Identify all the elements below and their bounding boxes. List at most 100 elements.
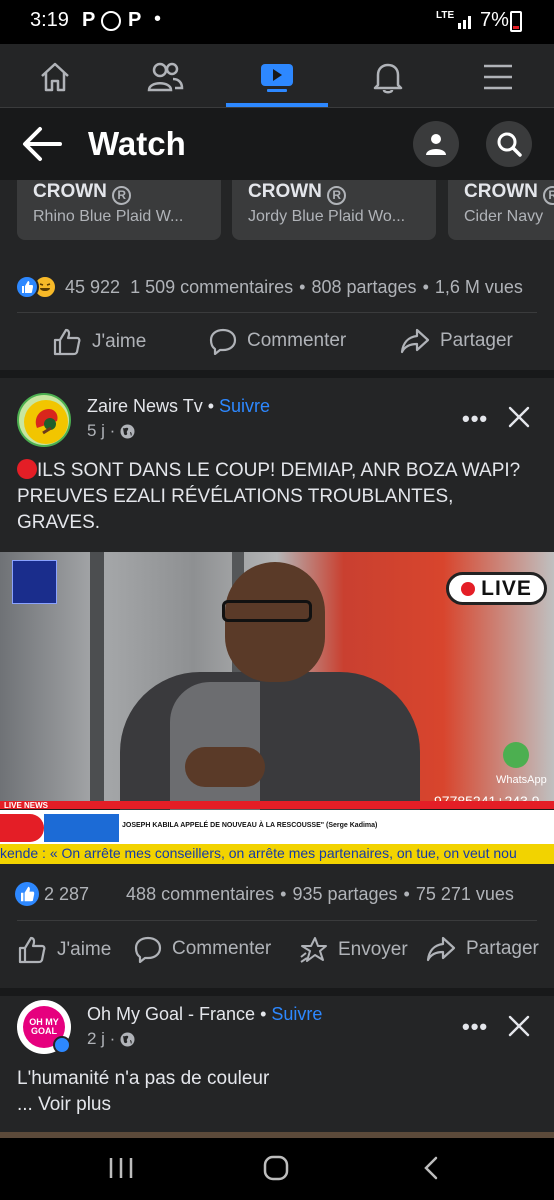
share-icon	[426, 936, 456, 962]
more-options-icon[interactable]: •••	[462, 1014, 488, 1040]
back-icon[interactable]	[422, 1155, 440, 1186]
product-card[interactable]: CROWN R Jordy Blue Plaid Wo...	[232, 180, 436, 240]
see-more-link[interactable]: ... Voir plus	[17, 1094, 111, 1116]
send-icon	[300, 937, 327, 963]
follow-link[interactable]: Suivre	[219, 396, 270, 416]
post-meta: 5 j ·	[87, 421, 136, 441]
product-brand: CROWN	[248, 181, 322, 202]
post-text: ILS SONT DANS LE COUP! DEMIAP, ANR BOZA …	[17, 459, 521, 533]
whatsapp-label: WhatsApp	[496, 774, 547, 786]
video-ticker: kende : « On arrête mes conseillers, on …	[0, 845, 517, 861]
close-icon[interactable]	[508, 1015, 530, 1042]
search-button[interactable]	[486, 121, 532, 167]
comment-icon	[209, 328, 237, 355]
reaction-count: 45 922	[65, 276, 121, 297]
registered-icon: R	[543, 186, 554, 205]
battery-percent: 7%	[480, 9, 509, 31]
share-count: 935 partages	[292, 883, 398, 904]
send-button[interactable]: Envoyer	[298, 935, 408, 965]
person-body	[120, 672, 420, 822]
author-name[interactable]: Zaire News Tv	[87, 396, 203, 416]
product-card[interactable]: CROWN R Rhino Blue Plaid W...	[17, 180, 221, 240]
close-icon[interactable]	[508, 406, 530, 433]
product-brand: CROWN	[464, 181, 538, 202]
product-card[interactable]: CROWN R Cider Navy	[448, 180, 554, 240]
live-dot-icon	[461, 581, 476, 596]
recent-apps-icon[interactable]	[108, 1156, 134, 1185]
view-count: 75 271 vues	[415, 883, 514, 904]
post-time[interactable]: 2 j ·	[87, 1029, 115, 1049]
send-label: Envoyer	[338, 939, 408, 960]
live-badge: LIVE	[446, 572, 547, 605]
home-icon[interactable]	[15, 52, 95, 102]
share-label: Partager	[466, 938, 539, 959]
active-tab-indicator	[226, 103, 328, 107]
whatsapp-icon	[503, 742, 529, 768]
like-button[interactable]: J'aime	[17, 935, 111, 965]
red-circle-icon	[17, 459, 37, 479]
like-reaction-icon	[15, 882, 39, 906]
whatsapp-icon	[101, 11, 121, 31]
watch-header: Watch	[0, 108, 554, 180]
comment-count: 488 commentaires	[126, 883, 275, 904]
status-bar: 3:19 P P • LTE 7%	[0, 0, 554, 44]
avatar[interactable]	[17, 393, 71, 447]
notification-p-icon: P	[82, 9, 96, 31]
system-nav-bar	[0, 1138, 554, 1200]
flag	[44, 814, 119, 842]
battery-icon	[510, 11, 522, 32]
share-icon	[400, 328, 430, 354]
view-count: 1,6 M vues	[434, 276, 523, 297]
like-button[interactable]: J'aime	[52, 327, 146, 357]
signal-icon	[458, 12, 474, 29]
globe-icon	[120, 424, 135, 438]
person-head	[225, 562, 325, 682]
registered-icon: R	[112, 186, 132, 205]
home-button-icon[interactable]	[262, 1154, 290, 1187]
page-title: Watch	[88, 125, 186, 162]
avatar[interactable]: OH MY GOAL	[17, 1000, 71, 1054]
channel-logo	[12, 560, 57, 604]
share-button[interactable]: Partager	[400, 327, 513, 355]
like-icon	[18, 936, 46, 964]
live-news-label: LIVE NEWS	[4, 801, 49, 810]
comment-button[interactable]: Commenter	[134, 935, 271, 963]
product-name: Cider Navy	[464, 208, 544, 225]
more-options-icon[interactable]: •••	[462, 406, 488, 432]
share-count: 808 partages	[311, 276, 417, 297]
notifications-icon[interactable]	[348, 52, 428, 102]
share-button[interactable]: Partager	[426, 935, 539, 963]
post-stats[interactable]: 45 922 1 509 commentaires • 808 partages…	[15, 275, 523, 299]
comment-icon	[134, 936, 162, 963]
comment-count: 1 509 commentaires	[130, 276, 294, 297]
author-name[interactable]: Oh My Goal - France	[87, 1004, 255, 1024]
registered-icon: R	[327, 186, 347, 205]
lte-label: LTE	[436, 10, 455, 21]
divider	[17, 920, 537, 921]
comment-label: Commenter	[247, 330, 347, 351]
post-stats[interactable]: 2 287 488 commentaires • 935 partages • …	[15, 882, 514, 906]
reaction-count: 2 287	[44, 883, 90, 904]
comment-button[interactable]: Commenter	[209, 327, 346, 355]
product-name: Rhino Blue Plaid W...	[33, 208, 184, 225]
like-label: J'aime	[92, 331, 147, 352]
comment-label: Commenter	[172, 938, 272, 959]
post-text: L'humanité n'a pas de couleur	[17, 1068, 270, 1089]
like-icon	[53, 328, 81, 356]
menu-icon[interactable]	[458, 52, 538, 102]
video-headline: JOSEPH KABILA APPELÉ DE NOUVEAU À LA RES…	[122, 822, 378, 829]
friends-icon[interactable]	[125, 52, 205, 102]
back-arrow-icon[interactable]	[20, 124, 62, 169]
post-meta: 2 j ·	[87, 1029, 136, 1049]
video-player[interactable]: LIVE WhatsApp 97785241+243 9 LIVE NEWS J…	[0, 552, 554, 864]
product-brand: CROWN	[33, 181, 107, 202]
post-header: Zaire News Tv • Suivre	[87, 396, 271, 416]
divider	[17, 312, 537, 313]
post-time[interactable]: 5 j ·	[87, 421, 115, 441]
watch-icon[interactable]	[237, 52, 317, 102]
post-header: Oh My Goal - France • Suivre	[87, 1004, 323, 1024]
profile-button[interactable]	[413, 121, 459, 167]
follow-link[interactable]: Suivre	[271, 1004, 322, 1024]
status-time: 3:19	[30, 9, 69, 31]
notification-p-icon: P	[128, 9, 142, 31]
